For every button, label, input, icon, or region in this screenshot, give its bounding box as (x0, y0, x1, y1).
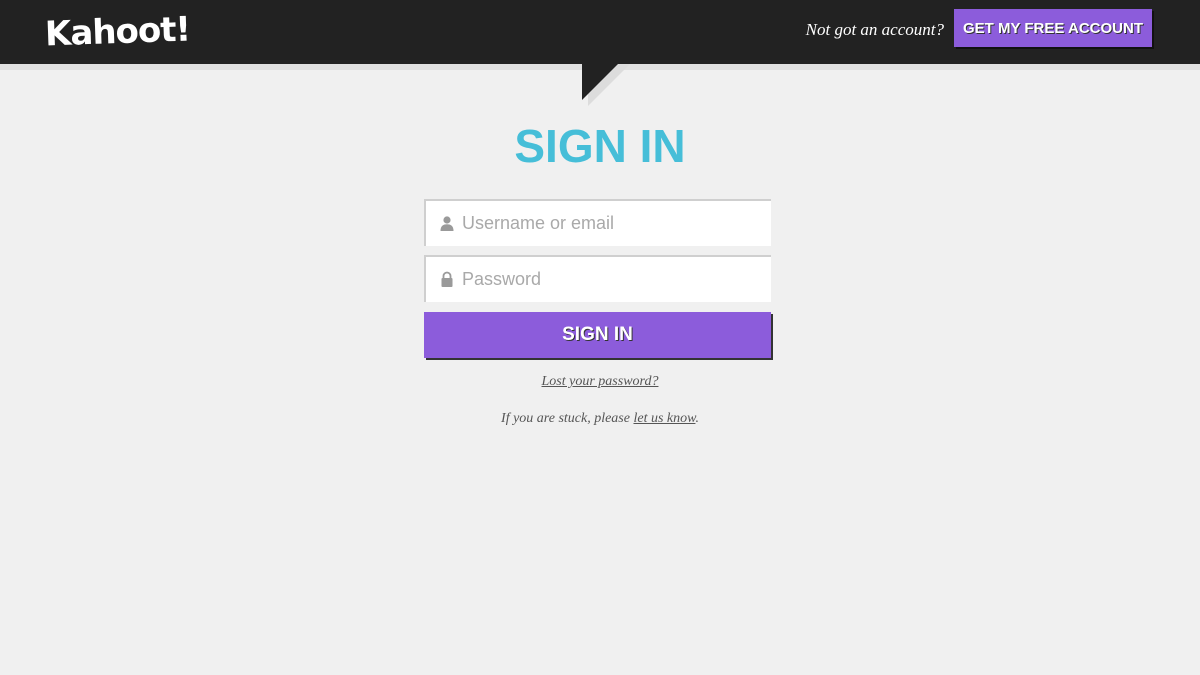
page-title: SIGN IN (514, 120, 686, 172)
let-us-know-link[interactable]: let us know (633, 411, 695, 426)
lost-password-link[interactable]: Lost your password? (542, 374, 659, 389)
user-icon (440, 216, 454, 231)
top-bar: Kahoot! Not got an account? GET MY FREE … (0, 0, 1200, 64)
lost-password-row: Lost your password? (0, 373, 1200, 391)
password-input[interactable] (462, 257, 762, 301)
get-free-account-button[interactable]: GET MY FREE ACCOUNT (954, 9, 1152, 47)
sign-in-button[interactable]: SIGN IN (424, 312, 771, 358)
password-field[interactable] (424, 255, 771, 302)
username-input[interactable] (462, 201, 762, 245)
help-text: If you are stuck, please let us know. (0, 410, 1200, 428)
help-text-suffix: . (695, 411, 699, 426)
header-pointer (582, 62, 620, 100)
lock-icon (441, 271, 453, 287)
help-text-prefix: If you are stuck, please (501, 411, 634, 426)
account-prompt-text: Not got an account? (805, 20, 944, 39)
kahoot-logo[interactable]: Kahoot! (44, 7, 190, 56)
username-field[interactable] (424, 199, 771, 246)
